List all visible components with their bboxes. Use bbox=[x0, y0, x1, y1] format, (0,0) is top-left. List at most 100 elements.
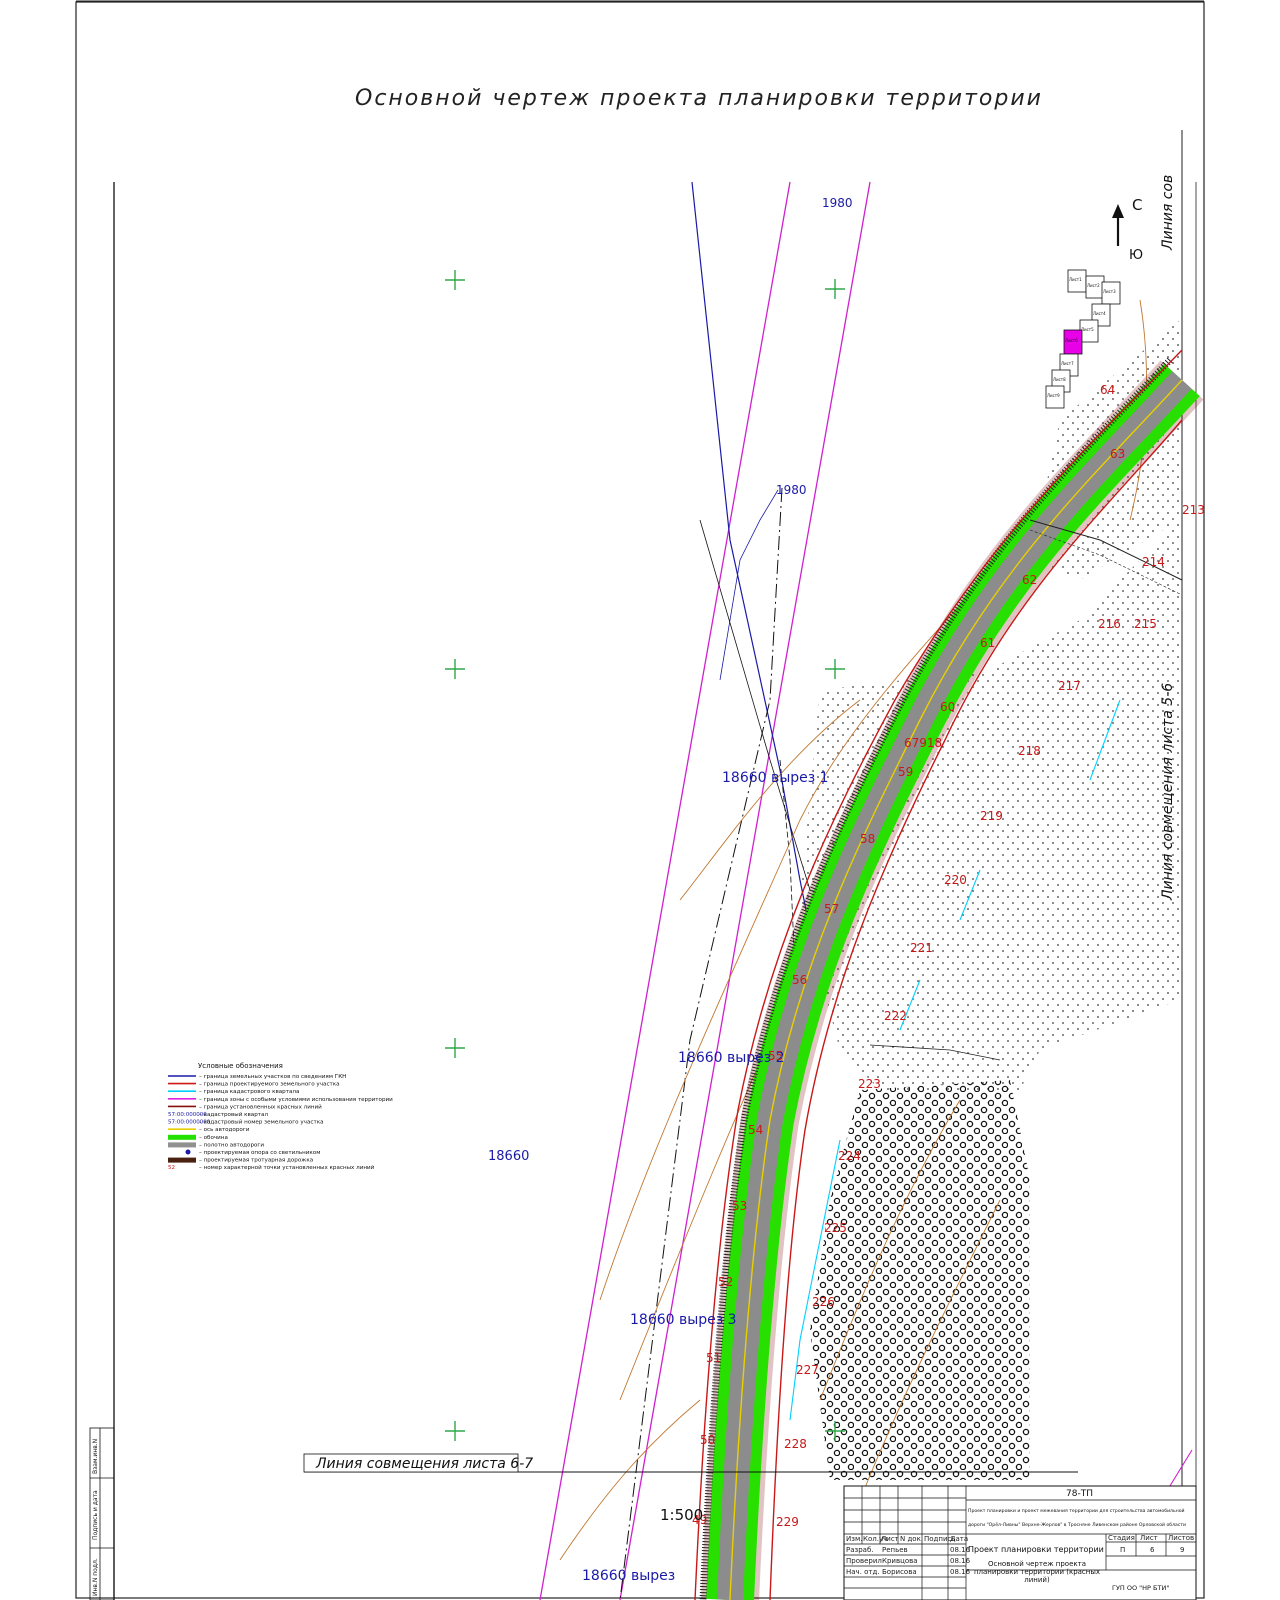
svg-text:55: 55 bbox=[768, 1049, 783, 1063]
parcel-boundary-blue bbox=[691, 181, 811, 931]
north-label: С bbox=[1132, 196, 1142, 214]
svg-text:52: 52 bbox=[718, 1275, 733, 1289]
parcel-label: 18660 bbox=[488, 1149, 529, 1164]
legend-label: – номер характерной точки установленных … bbox=[199, 1164, 375, 1171]
svg-text:Лист2: Лист2 bbox=[1087, 283, 1100, 288]
svg-text:Лист5: Лист5 bbox=[1081, 327, 1094, 332]
legend-label: – проектируемая тротуарная дорожка bbox=[199, 1158, 313, 1164]
svg-text:Лист: Лист bbox=[881, 1535, 899, 1543]
legend-symbol: 52 bbox=[168, 1165, 175, 1171]
svg-text:Стадия: Стадия bbox=[1108, 1534, 1135, 1542]
stamp-sign-date: Подпись и дата bbox=[92, 1490, 99, 1540]
svg-text:64: 64 bbox=[1100, 383, 1115, 397]
svg-text:58: 58 bbox=[860, 832, 875, 846]
svg-text:9: 9 bbox=[1180, 1546, 1184, 1554]
svg-text:214: 214 bbox=[1142, 555, 1165, 569]
svg-text:225: 225 bbox=[824, 1221, 847, 1235]
svg-text:Лист8: Лист8 bbox=[1053, 377, 1066, 382]
svg-text:51: 51 bbox=[706, 1351, 721, 1365]
parcel-cut-label: 18660 вырез bbox=[582, 1568, 675, 1584]
svg-text:215: 215 bbox=[1134, 617, 1157, 631]
title-block-code: 78-ТП bbox=[1066, 1489, 1093, 1499]
svg-text:Разраб.: Разраб. bbox=[846, 1546, 874, 1554]
svg-text:60: 60 bbox=[940, 700, 955, 714]
legend-symbol bbox=[168, 1142, 196, 1148]
match-line-right-label: Линия совмещения листа 5-6 bbox=[1160, 683, 1176, 901]
svg-text:213: 213 bbox=[1182, 503, 1205, 517]
svg-text:226: 226 bbox=[812, 1295, 835, 1309]
svg-text:Нач. отд.: Нач. отд. bbox=[846, 1568, 880, 1576]
parcel-label: 1980 bbox=[776, 483, 807, 497]
grid-crosses bbox=[445, 270, 845, 1441]
title-block-drawing-name: Основной чертеж проекта планировки терри… bbox=[973, 1560, 1101, 1584]
svg-text:Проверил: Проверил bbox=[846, 1557, 882, 1565]
svg-text:216: 216 bbox=[1098, 617, 1121, 631]
stamp-replace-inv: Взам.инв.N bbox=[92, 1439, 99, 1474]
svg-text:227: 227 bbox=[796, 1363, 819, 1377]
svg-text:228: 228 bbox=[784, 1437, 807, 1451]
svg-text:229: 229 bbox=[776, 1515, 799, 1529]
svg-text:Лист7: Лист7 bbox=[1061, 361, 1074, 366]
legend: Условные обозначения – граница земельных… bbox=[168, 1062, 393, 1171]
svg-text:217: 217 bbox=[1058, 679, 1081, 693]
svg-text:П: П bbox=[1120, 1546, 1125, 1554]
parcel-label: 67918 bbox=[904, 736, 942, 750]
svg-text:Дата: Дата bbox=[950, 1535, 968, 1543]
svg-text:59: 59 bbox=[898, 765, 913, 779]
svg-text:N док.: N док. bbox=[900, 1535, 923, 1543]
legend-label: – полотно автодороги bbox=[199, 1142, 264, 1148]
svg-text:Лист: Лист bbox=[1140, 1534, 1158, 1542]
svg-text:224: 224 bbox=[838, 1149, 861, 1163]
legend-label: – проектируемая опора со светильником bbox=[199, 1150, 320, 1156]
svg-text:61: 61 bbox=[980, 636, 995, 650]
legend-label: – обочина bbox=[199, 1135, 228, 1141]
title-block: Изм. Кол.уч Лист N док. Подпись Дата Раз… bbox=[843, 1485, 1197, 1600]
legend-label: – граница земельных участков по сведения… bbox=[199, 1074, 346, 1080]
match-line-bottom-label: Линия совмещения листа 6-7 bbox=[315, 1456, 533, 1472]
legend-symbol bbox=[168, 1134, 196, 1140]
svg-text:220: 220 bbox=[944, 873, 967, 887]
title-block-org: ГУП ОО "НР БТИ" bbox=[1112, 1584, 1169, 1592]
drawing-sheet: Основной чертеж проекта планировки терри… bbox=[0, 0, 1280, 1600]
title-block-name: Проект планировки территории bbox=[968, 1545, 1104, 1554]
parcel-cut-label: 18660 вырез 1 bbox=[722, 770, 829, 786]
svg-text:6: 6 bbox=[1150, 1546, 1155, 1554]
svg-text:50: 50 bbox=[700, 1433, 715, 1447]
legend-symbol bbox=[185, 1149, 191, 1155]
svg-text:Борисова: Борисова bbox=[882, 1568, 917, 1576]
legend-symbol bbox=[168, 1157, 196, 1163]
scale-label: 1:500 bbox=[660, 1506, 703, 1524]
svg-text:56: 56 bbox=[792, 973, 807, 987]
legend-label: – кадастровый квартал bbox=[199, 1111, 268, 1118]
svg-text:Лист1: Лист1 bbox=[1069, 277, 1082, 282]
svg-text:08.16: 08.16 bbox=[950, 1568, 971, 1576]
svg-text:63: 63 bbox=[1110, 447, 1125, 461]
north-arrow: С Ю bbox=[1112, 196, 1143, 263]
svg-text:дороги "Орёл-Ливны" Верхне-Жер: дороги "Орёл-Ливны" Верхне-Жерлов" в Тро… bbox=[968, 1521, 1186, 1528]
svg-text:Репьев: Репьев bbox=[882, 1546, 908, 1554]
svg-text:08.16: 08.16 bbox=[950, 1557, 971, 1565]
svg-text:Лист9: Лист9 bbox=[1047, 393, 1060, 398]
legend-label: – кадастровый номер земельного участка bbox=[199, 1119, 324, 1126]
svg-text:Лист6: Лист6 bbox=[1065, 338, 1078, 343]
legend-label: – граница зоны с особыми условиями испол… bbox=[199, 1097, 393, 1103]
svg-text:Листов: Листов bbox=[1168, 1534, 1194, 1542]
svg-text:Кривцова: Кривцова bbox=[882, 1557, 918, 1565]
svg-text:221: 221 bbox=[910, 941, 933, 955]
svg-text:57: 57 bbox=[824, 902, 839, 916]
parcel-label: 1980 bbox=[822, 196, 853, 210]
south-label: Ю bbox=[1129, 248, 1143, 263]
svg-text:222: 222 bbox=[884, 1009, 907, 1023]
svg-text:Условные обозначения: Условные обозначения bbox=[198, 1062, 283, 1070]
legend-label: – граница проектируемого земельного учас… bbox=[199, 1082, 340, 1088]
svg-text:223: 223 bbox=[858, 1077, 881, 1091]
svg-text:Лист3: Лист3 bbox=[1103, 289, 1116, 294]
svg-text:62: 62 bbox=[1022, 573, 1037, 587]
svg-text:Лист4: Лист4 bbox=[1093, 311, 1106, 316]
svg-text:Изм.: Изм. bbox=[846, 1535, 862, 1543]
svg-text:218: 218 bbox=[1018, 744, 1041, 758]
title-block-project: Проект планировки и проект межевания тер… bbox=[968, 1507, 1185, 1514]
legend-label: – ось автодороги bbox=[199, 1127, 250, 1133]
svg-text:219: 219 bbox=[980, 809, 1003, 823]
match-line-right-top-label: Линия сов bbox=[1160, 175, 1176, 251]
